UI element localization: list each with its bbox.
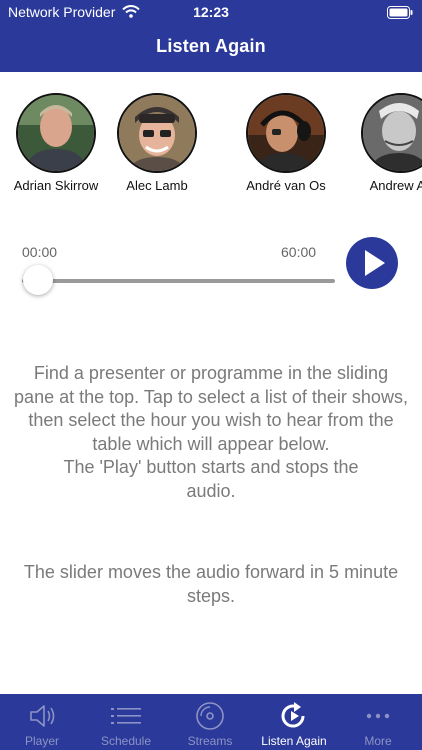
position-slider-thumb[interactable] [23, 265, 53, 295]
instructions: Find a presenter or programme in the sli… [14, 362, 408, 503]
instructions-play-note: The 'Play' button starts and stops the a… [63, 457, 359, 501]
avatar [361, 93, 422, 173]
tab-label: Listen Again [261, 734, 327, 748]
avatar [16, 93, 96, 173]
speaker-icon [27, 701, 57, 731]
presenter-item[interactable]: André van Os [226, 93, 346, 193]
tab-listen-again[interactable]: Listen Again [252, 694, 336, 750]
battery-icon [387, 6, 413, 22]
avatar [117, 93, 197, 173]
more-icon [363, 701, 393, 731]
presenter-item[interactable]: Alec Lamb [97, 93, 217, 193]
instructions-main: Find a presenter or programme in the sli… [14, 363, 408, 454]
duration-time: 60:00 [281, 244, 317, 260]
tab-more[interactable]: More [336, 694, 420, 750]
presenter-name: Alec Lamb [126, 178, 188, 193]
slider-instructions: The slider moves the audio forward in 5 … [14, 561, 408, 608]
disc-icon [195, 701, 225, 731]
instructions-slider-note: The slider moves the audio forward in 5 … [23, 562, 399, 606]
list-icon [111, 701, 141, 731]
play-button[interactable] [346, 237, 398, 289]
position-slider-track[interactable] [22, 279, 335, 283]
avatar [246, 93, 326, 173]
presenter-name: André van Os [246, 178, 326, 193]
play-icon [365, 250, 385, 276]
presenter-carousel[interactable]: Adrian Skirrow Alec Lamb André van Os An… [0, 93, 422, 203]
status-time: 12:23 [193, 4, 229, 20]
tab-bar: Player Schedule Streams Listen Again Mor… [0, 694, 422, 750]
tab-streams[interactable]: Streams [168, 694, 252, 750]
tab-player[interactable]: Player [0, 694, 84, 750]
page-title: Listen Again [156, 36, 266, 56]
presenter-item[interactable]: Andrew Au [341, 93, 422, 193]
status-bar: Network Provider 12:23 [0, 4, 422, 22]
tab-label: Schedule [100, 734, 152, 748]
elapsed-time: 00:00 [22, 244, 58, 260]
tab-label: Streams [187, 734, 233, 748]
tab-label: Player [24, 734, 59, 748]
tab-schedule[interactable]: Schedule [84, 694, 168, 750]
replay-icon [279, 701, 309, 731]
app-header: Network Provider 12:23 Listen Again [0, 0, 422, 72]
tab-label: More [364, 734, 392, 748]
presenter-name: Andrew Au [369, 178, 422, 193]
